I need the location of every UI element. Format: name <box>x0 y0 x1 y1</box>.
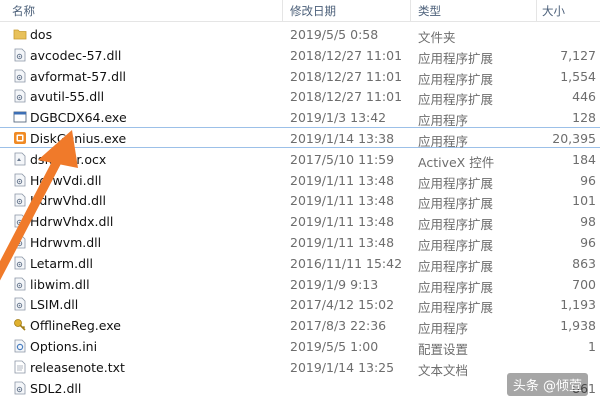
dll-icon <box>13 173 27 187</box>
txt-icon <box>13 360 27 374</box>
file-name: libwim.dll <box>30 276 90 292</box>
column-divider[interactable] <box>536 0 537 22</box>
file-size: 184 <box>572 151 596 167</box>
file-list: dos 2019/5/5 0:58 文件夹 avcodec-57.dll 2018/12… <box>0 23 600 397</box>
file-row[interactable]: avformat-57.dll 2018/12/27 11:01 应用程序扩展 1,5… <box>0 65 600 87</box>
file-size: 863 <box>572 255 596 271</box>
file-size: 7,127 <box>560 47 596 63</box>
dll-icon <box>13 277 27 291</box>
dll-icon <box>13 214 27 228</box>
file-date: 2019/5/5 0:58 <box>290 27 379 42</box>
file-row[interactable]: avcodec-57.dll 2018/12/27 11:01 应用程序扩展 7,12… <box>0 44 600 66</box>
column-header-bar: 名称 修改日期 类型 大小 <box>0 0 600 22</box>
file-size: 96 <box>580 172 596 188</box>
file-row[interactable]: dos 2019/5/5 0:58 文件夹 <box>0 23 600 45</box>
file-row[interactable]: OfflineReg.exe 2017/8/3 22:36 应用程序 1,938 <box>0 314 600 336</box>
dll-icon <box>13 297 27 311</box>
file-size: 700 <box>572 276 596 292</box>
file-row[interactable]: Letarm.dll 2016/11/11 15:42 应用程序扩展 863 <box>0 252 600 274</box>
file-date: 2019/1/11 13:48 <box>290 172 395 188</box>
file-row[interactable]: HdrwVhd.dll 2019/1/11 13:48 应用程序扩展 101 <box>0 189 600 211</box>
file-size: 1 <box>588 338 596 354</box>
file-row[interactable]: dsfamer.ocx 2017/5/10 11:59 ActiveX 控件 184 <box>0 148 600 170</box>
file-row[interactable]: HdrwVhdx.dll 2019/1/11 13:48 应用程序扩展 98 <box>0 210 600 232</box>
diskgenius-icon <box>13 131 27 145</box>
file-name: HdrwVdi.dll <box>30 172 102 188</box>
file-row[interactable]: libwim.dll 2019/1/9 9:13 应用程序扩展 700 <box>0 273 600 295</box>
folder-icon <box>13 27 27 41</box>
file-row[interactable]: Hdrwvm.dll 2019/1/11 13:48 应用程序扩展 96 <box>0 231 600 253</box>
dll-icon <box>13 381 27 395</box>
file-row[interactable]: HdrwVdi.dll 2019/1/11 13:48 应用程序扩展 96 <box>0 169 600 191</box>
file-name: releasenote.txt <box>30 359 125 375</box>
file-date: 2017/4/12 15:02 <box>290 297 395 313</box>
file-name: HdrwVhd.dll <box>30 193 106 209</box>
file-name: SDL2.dll <box>30 380 82 396</box>
file-name: avutil-55.dll <box>30 89 105 105</box>
ocx-icon <box>13 152 27 166</box>
dll-icon <box>13 69 27 83</box>
exe-icon <box>13 110 27 124</box>
file-size: 98 <box>580 214 596 230</box>
file-row[interactable]: DGBCDX64.exe 2019/1/3 13:42 应用程序 128 <box>0 106 600 128</box>
dll-icon <box>13 89 27 103</box>
file-name: HdrwVhdx.dll <box>30 214 114 230</box>
file-date: 2019/1/14 13:38 <box>290 130 395 146</box>
watermark: 头条 @倾萱 <box>506 373 588 396</box>
file-date: 2018/12/27 11:01 <box>290 89 403 105</box>
file-size: 1,554 <box>560 68 596 84</box>
file-row[interactable]: LSIM.dll 2017/4/12 15:02 应用程序扩展 1,193 <box>0 293 600 315</box>
file-date: 2019/1/14 13:25 <box>290 359 395 375</box>
column-header-name[interactable]: 名称 <box>12 3 35 19</box>
file-size: 128 <box>572 110 596 126</box>
key-exe-icon <box>13 318 27 332</box>
file-date: 2017/5/10 11:59 <box>290 151 395 167</box>
file-date: 2019/1/9 9:13 <box>290 276 379 292</box>
file-date: 2018/12/27 11:01 <box>290 47 403 63</box>
column-header-size[interactable]: 大小 <box>542 3 565 19</box>
file-date: 2019/1/3 13:42 <box>290 110 387 126</box>
file-name: Letarm.dll <box>30 255 93 271</box>
dll-icon <box>13 48 27 62</box>
file-date: 2019/1/11 13:48 <box>290 193 395 209</box>
file-size: 1,938 <box>560 318 596 334</box>
file-size: 101 <box>572 193 596 209</box>
file-name: DGBCDX64.exe <box>30 110 127 126</box>
file-name: dos <box>30 27 53 42</box>
file-size: 20,395 <box>552 130 596 146</box>
file-name: Options.ini <box>30 338 98 354</box>
file-name: DiskGenius.exe <box>30 130 127 146</box>
file-size: 1,193 <box>560 297 596 313</box>
column-divider[interactable] <box>282 0 283 22</box>
file-name: LSIM.dll <box>30 297 79 313</box>
dll-icon <box>13 235 27 249</box>
file-date: 2017/8/3 22:36 <box>290 318 387 334</box>
column-divider[interactable] <box>410 0 411 22</box>
file-name: avformat-57.dll <box>30 68 127 84</box>
file-date: 2018/12/27 11:01 <box>290 68 403 84</box>
file-name: dsfamer.ocx <box>30 151 107 167</box>
file-row[interactable]: DiskGenius.exe 2019/1/14 13:38 应用程序 20,395 <box>0 126 600 149</box>
file-date: 2016/11/11 15:42 <box>290 255 403 271</box>
file-date: 2019/1/11 13:48 <box>290 234 395 250</box>
file-date: 2019/5/5 1:00 <box>290 338 379 354</box>
file-name: Hdrwvm.dll <box>30 234 102 250</box>
file-size: 96 <box>580 234 596 250</box>
dll-icon <box>13 193 27 207</box>
file-name: avcodec-57.dll <box>30 47 122 63</box>
file-row[interactable]: avutil-55.dll 2018/12/27 11:01 应用程序扩展 446 <box>0 85 600 107</box>
column-header-type[interactable]: 类型 <box>418 3 441 19</box>
file-date: 2019/1/11 13:48 <box>290 214 395 230</box>
file-size: 446 <box>572 89 596 105</box>
column-header-date[interactable]: 修改日期 <box>290 3 336 19</box>
file-row[interactable]: Options.ini 2019/5/5 1:00 配置设置 1 <box>0 335 600 357</box>
dll-icon <box>13 256 27 270</box>
file-name: OfflineReg.exe <box>30 318 121 334</box>
ini-icon <box>13 339 27 353</box>
